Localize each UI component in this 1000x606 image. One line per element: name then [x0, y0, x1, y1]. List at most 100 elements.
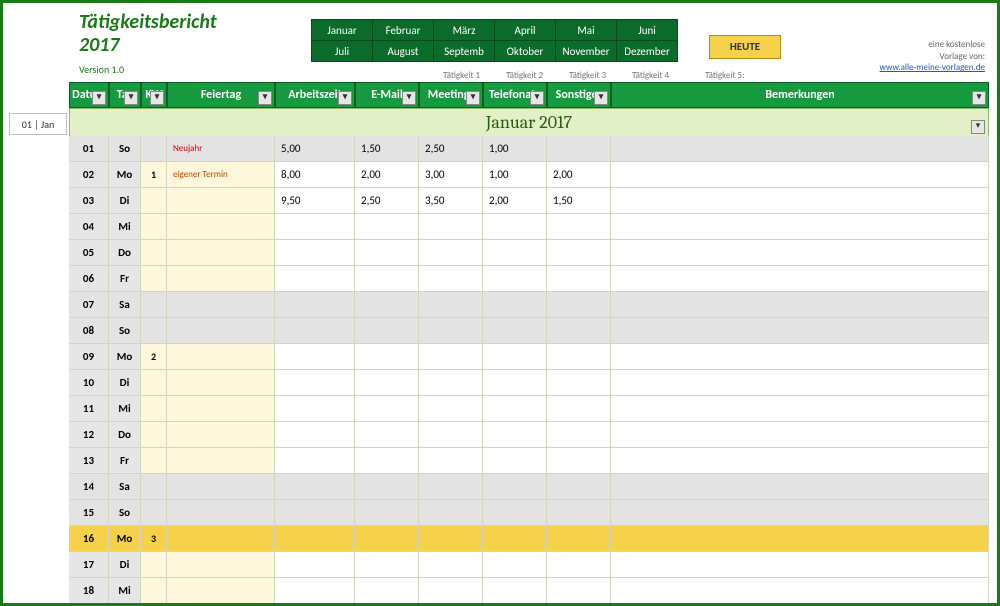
cell-bemerkungen[interactable] — [611, 552, 989, 578]
cell-kw[interactable] — [141, 318, 167, 344]
cell-bemerkungen[interactable] — [611, 240, 989, 266]
cell-feiertag[interactable] — [167, 240, 275, 266]
cell-email[interactable]: 1,50 — [355, 136, 419, 162]
cell-datum[interactable]: 05 — [69, 240, 109, 266]
cell-feiertag[interactable] — [167, 500, 275, 526]
cell-email[interactable] — [355, 396, 419, 422]
cell-telefonate[interactable] — [483, 396, 547, 422]
cell-arbeitszeit[interactable] — [275, 370, 355, 396]
month-button-septemb[interactable]: Septemb — [434, 41, 495, 62]
cell-meetings[interactable] — [419, 448, 483, 474]
cell-datum[interactable]: 09 — [69, 344, 109, 370]
cell-arbeitszeit[interactable] — [275, 526, 355, 552]
cell-kw[interactable] — [141, 240, 167, 266]
cell-telefonate[interactable]: 1,00 — [483, 136, 547, 162]
cell-tag[interactable]: Do — [109, 422, 141, 448]
cell-bemerkungen[interactable] — [611, 266, 989, 292]
cell-datum[interactable]: 03 — [69, 188, 109, 214]
cell-sonstiges[interactable] — [547, 240, 611, 266]
cell-email[interactable] — [355, 422, 419, 448]
cell-kw[interactable] — [141, 188, 167, 214]
month-button-februar[interactable]: Februar — [373, 20, 434, 41]
cell-email[interactable] — [355, 318, 419, 344]
cell-tag[interactable]: Mi — [109, 214, 141, 240]
cell-tag[interactable]: Mi — [109, 578, 141, 603]
cell-arbeitszeit[interactable] — [275, 500, 355, 526]
cell-bemerkungen[interactable] — [611, 526, 989, 552]
cell-kw[interactable] — [141, 422, 167, 448]
cell-feiertag[interactable] — [167, 578, 275, 603]
month-button-mai[interactable]: Mai — [556, 20, 617, 41]
cell-tag[interactable]: Mo — [109, 344, 141, 370]
cell-email[interactable] — [355, 526, 419, 552]
cell-datum[interactable]: 02 — [69, 162, 109, 188]
cell-tag[interactable]: Fr — [109, 448, 141, 474]
cell-tag[interactable]: Sa — [109, 474, 141, 500]
cell-kw[interactable] — [141, 370, 167, 396]
cell-datum[interactable]: 16 — [69, 526, 109, 552]
cell-meetings[interactable] — [419, 344, 483, 370]
cell-feiertag[interactable] — [167, 266, 275, 292]
cell-meetings[interactable]: 3,00 — [419, 162, 483, 188]
filter-dropdown-icon[interactable]: ▾ — [466, 91, 480, 105]
cell-telefonate[interactable] — [483, 240, 547, 266]
cell-telefonate[interactable] — [483, 474, 547, 500]
cell-meetings[interactable] — [419, 266, 483, 292]
cell-kw[interactable] — [141, 552, 167, 578]
cell-tag[interactable]: Fr — [109, 266, 141, 292]
cell-kw[interactable] — [141, 136, 167, 162]
cell-sonstiges[interactable] — [547, 136, 611, 162]
cell-email[interactable] — [355, 266, 419, 292]
cell-tag[interactable]: Do — [109, 240, 141, 266]
cell-bemerkungen[interactable] — [611, 578, 989, 603]
cell-telefonate[interactable]: 1,00 — [483, 162, 547, 188]
cell-meetings[interactable] — [419, 240, 483, 266]
filter-dropdown-icon[interactable]: ▾ — [338, 91, 352, 105]
cell-kw[interactable]: 2 — [141, 344, 167, 370]
cell-kw[interactable] — [141, 578, 167, 603]
cell-datum[interactable]: 11 — [69, 396, 109, 422]
cell-email[interactable] — [355, 292, 419, 318]
cell-sonstiges[interactable]: 2,00 — [547, 162, 611, 188]
cell-sonstiges[interactable] — [547, 292, 611, 318]
cell-kw[interactable] — [141, 500, 167, 526]
cell-kw[interactable] — [141, 396, 167, 422]
cell-telefonate[interactable] — [483, 266, 547, 292]
cell-feiertag[interactable]: eigener Termin — [167, 162, 275, 188]
cell-telefonate[interactable]: 2,00 — [483, 188, 547, 214]
cell-feiertag[interactable] — [167, 448, 275, 474]
cell-email[interactable] — [355, 214, 419, 240]
cell-feiertag[interactable] — [167, 370, 275, 396]
cell-email[interactable] — [355, 578, 419, 603]
cell-bemerkungen[interactable] — [611, 318, 989, 344]
cell-kw[interactable] — [141, 266, 167, 292]
cell-arbeitszeit[interactable] — [275, 552, 355, 578]
cell-telefonate[interactable] — [483, 448, 547, 474]
cell-feiertag[interactable] — [167, 552, 275, 578]
cell-sonstiges[interactable] — [547, 266, 611, 292]
cell-telefonate[interactable] — [483, 344, 547, 370]
cell-meetings[interactable] — [419, 396, 483, 422]
cell-arbeitszeit[interactable]: 5,00 — [275, 136, 355, 162]
cell-kw[interactable]: 1 — [141, 162, 167, 188]
cell-datum[interactable]: 13 — [69, 448, 109, 474]
filter-dropdown-icon[interactable]: ▾ — [258, 91, 272, 105]
filter-dropdown-icon[interactable]: ▾ — [971, 120, 985, 134]
cell-arbeitszeit[interactable] — [275, 396, 355, 422]
cell-feiertag[interactable] — [167, 188, 275, 214]
cell-bemerkungen[interactable] — [611, 214, 989, 240]
cell-telefonate[interactable] — [483, 292, 547, 318]
cell-datum[interactable]: 07 — [69, 292, 109, 318]
cell-tag[interactable]: So — [109, 500, 141, 526]
hdr-email[interactable]: E-Mail▾ — [355, 82, 419, 108]
cell-datum[interactable]: 17 — [69, 552, 109, 578]
month-button-august[interactable]: August — [373, 41, 434, 62]
cell-arbeitszeit[interactable] — [275, 422, 355, 448]
cell-arbeitszeit[interactable]: 8,00 — [275, 162, 355, 188]
cell-meetings[interactable]: 3,50 — [419, 188, 483, 214]
month-button-juli[interactable]: Juli — [312, 41, 373, 62]
cell-telefonate[interactable] — [483, 422, 547, 448]
cell-datum[interactable]: 01 — [69, 136, 109, 162]
cell-telefonate[interactable] — [483, 552, 547, 578]
cell-sonstiges[interactable] — [547, 318, 611, 344]
